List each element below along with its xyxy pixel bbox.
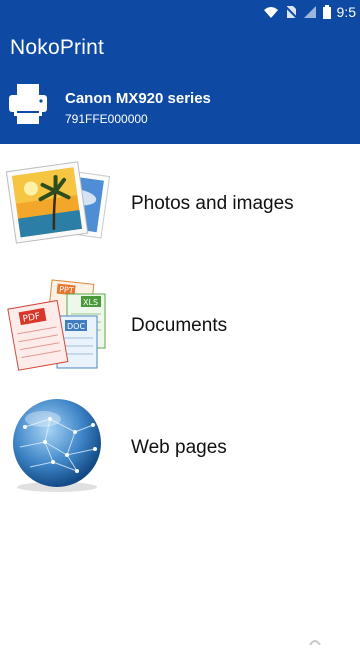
signal-icon: [303, 5, 317, 19]
printer-name: Canon MX920 series: [65, 90, 211, 107]
globe-icon: [5, 397, 115, 497]
menu-item-web-pages[interactable]: Web pages: [0, 392, 360, 502]
menu-item-photos[interactable]: Photos and images: [0, 148, 360, 258]
menu-label-web-pages: Web pages: [131, 437, 227, 458]
printer-icon: [8, 82, 48, 126]
photos-icon: [5, 152, 115, 252]
battery-icon: [322, 5, 331, 19]
menu-label-photos: Photos and images: [131, 193, 294, 214]
status-bar: 9:5: [0, 0, 360, 24]
app-title: NokoPrint: [10, 36, 105, 59]
wifi-icon: [263, 5, 279, 19]
no-sim-icon: [284, 5, 297, 19]
selected-printer[interactable]: Canon MX920 series 791FFE000000: [0, 82, 360, 134]
status-time: 9:5: [336, 4, 356, 20]
menu-label-documents: Documents: [131, 315, 228, 336]
documents-icon: PPT XLS DOC PDF: [5, 276, 115, 376]
doc-tag: DOC: [67, 322, 85, 331]
printer-id: 791FFE000000: [65, 112, 148, 126]
app-bar: NokoPrint Canon MX920 series 791FFE00000…: [0, 24, 360, 144]
xls-tag: XLS: [83, 298, 98, 307]
partial-icon: [308, 632, 322, 646]
menu-item-documents[interactable]: PPT XLS DOC PDF Documents: [0, 270, 360, 380]
